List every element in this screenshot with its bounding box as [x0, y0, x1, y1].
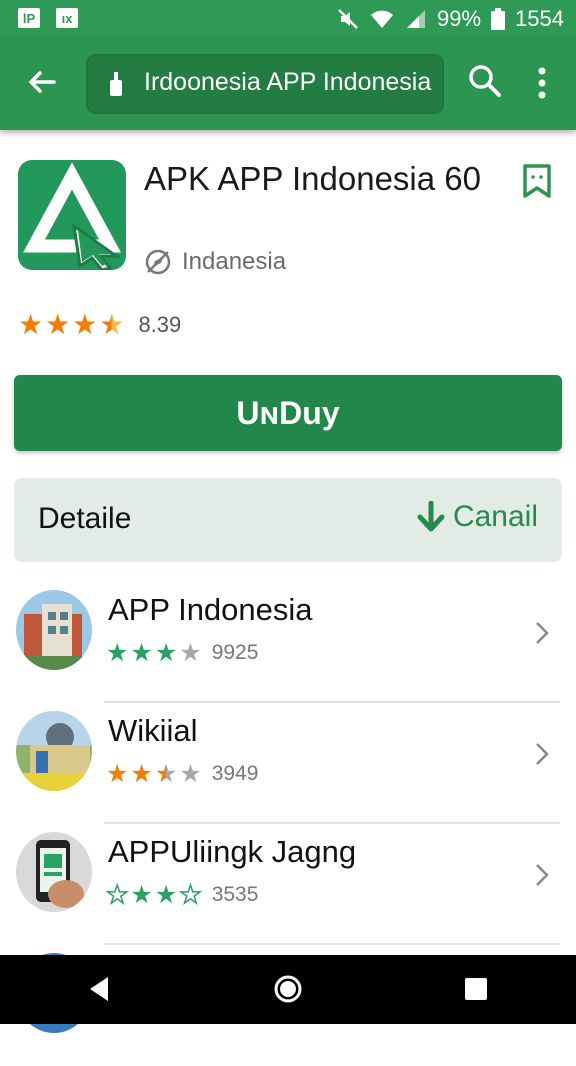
developer-row[interactable]: Indanesia	[144, 248, 286, 276]
star-icon: ★	[154, 639, 178, 667]
list-item[interactable]: APPUliingk Jagng ★ ★ ★ ★ 3535	[0, 824, 576, 945]
nav-recents-icon[interactable]	[460, 973, 492, 1005]
battery-icon	[491, 8, 506, 30]
star-outline-icon: ★	[179, 881, 203, 909]
signal-icon	[407, 10, 425, 28]
item-title: APPUliingk Jagng	[108, 834, 357, 869]
nav-home-icon[interactable]	[272, 973, 304, 1005]
app-bar: Irdoonesia APP Indonesia	[0, 38, 576, 130]
compass-icon	[145, 249, 171, 275]
star-icon: ★	[106, 760, 129, 788]
back-arrow-icon[interactable]	[22, 62, 62, 102]
app-icon	[18, 160, 126, 270]
item-rating: ★ ★ ★ ★ 9925	[106, 640, 258, 666]
app-avatar	[16, 832, 92, 912]
search-box[interactable]: Irdoonesia APP Indonesia	[86, 54, 444, 114]
nav-back-icon[interactable]	[84, 973, 116, 1005]
developer-name: Indanesia	[182, 248, 287, 275]
rating-value: 8.39	[138, 312, 182, 337]
search-icon[interactable]	[468, 64, 502, 98]
star-empty-icon: ★	[179, 639, 202, 667]
star-icon: ★	[130, 881, 153, 909]
notification-icon-2: ıx	[56, 8, 78, 28]
app-title: APK APP Indonesia 60	[144, 160, 481, 197]
chevron-right-icon	[536, 743, 549, 765]
item-rating: ★ ★ ★ ★ 3949	[106, 761, 258, 787]
bookmark-icon[interactable]	[522, 164, 552, 198]
star-icon: ★	[106, 639, 129, 667]
app-avatar	[16, 711, 92, 791]
item-count: 3949	[211, 762, 259, 785]
star-icon: ★	[18, 309, 44, 340]
star-icon: ★	[72, 309, 98, 340]
star-icon: ★	[130, 639, 153, 667]
half-star-icon: ★	[154, 760, 178, 788]
item-rating: ★ ★ ★ ★ 3535	[105, 881, 259, 909]
half-star-icon: ★	[99, 309, 125, 340]
search-query: Irdoonesia APP Indonesia	[144, 68, 432, 96]
rating-row: ★ ★ ★ ★ 8.39	[18, 310, 181, 340]
star-icon: ★	[154, 881, 178, 909]
rating-stars: ★ ★ ★ ★	[18, 310, 124, 340]
list-item[interactable]: Wikiial ★ ★ ★ ★ 3949	[0, 703, 576, 824]
star-empty-icon: ★	[179, 760, 202, 788]
details-label: Detaile	[38, 502, 132, 535]
download-link[interactable]: Canail	[417, 500, 538, 534]
details-bar[interactable]: Detaile Canail	[14, 478, 562, 562]
list-item[interactable]: APP Indonesia ★ ★ ★ ★ 9925	[0, 582, 576, 703]
chevron-right-icon	[536, 622, 549, 644]
system-nav-bar	[0, 955, 576, 1024]
chevron-right-icon	[536, 864, 549, 886]
mute-icon	[338, 9, 358, 29]
status-bar: lP ıx 99% 1554	[0, 0, 576, 38]
wifi-icon	[371, 10, 393, 28]
item-title: APP Indonesia	[108, 592, 313, 627]
star-icon: ★	[130, 760, 153, 788]
star-outline-icon: ★	[105, 881, 129, 909]
battery-percent: 99%	[437, 6, 482, 31]
download-label: Canail	[452, 500, 538, 533]
item-title: Wikiial	[108, 713, 198, 748]
download-icon	[417, 501, 445, 532]
item-count: 3535	[211, 883, 259, 906]
star-icon: ★	[45, 309, 71, 340]
item-count: 9925	[211, 641, 259, 664]
more-vert-icon[interactable]	[532, 64, 552, 104]
app-avatar	[16, 590, 92, 670]
lock-icon	[110, 72, 122, 96]
clock: 1554	[515, 6, 564, 31]
notification-icon: lP	[18, 8, 40, 28]
install-button[interactable]: UɴDuy	[14, 375, 562, 451]
